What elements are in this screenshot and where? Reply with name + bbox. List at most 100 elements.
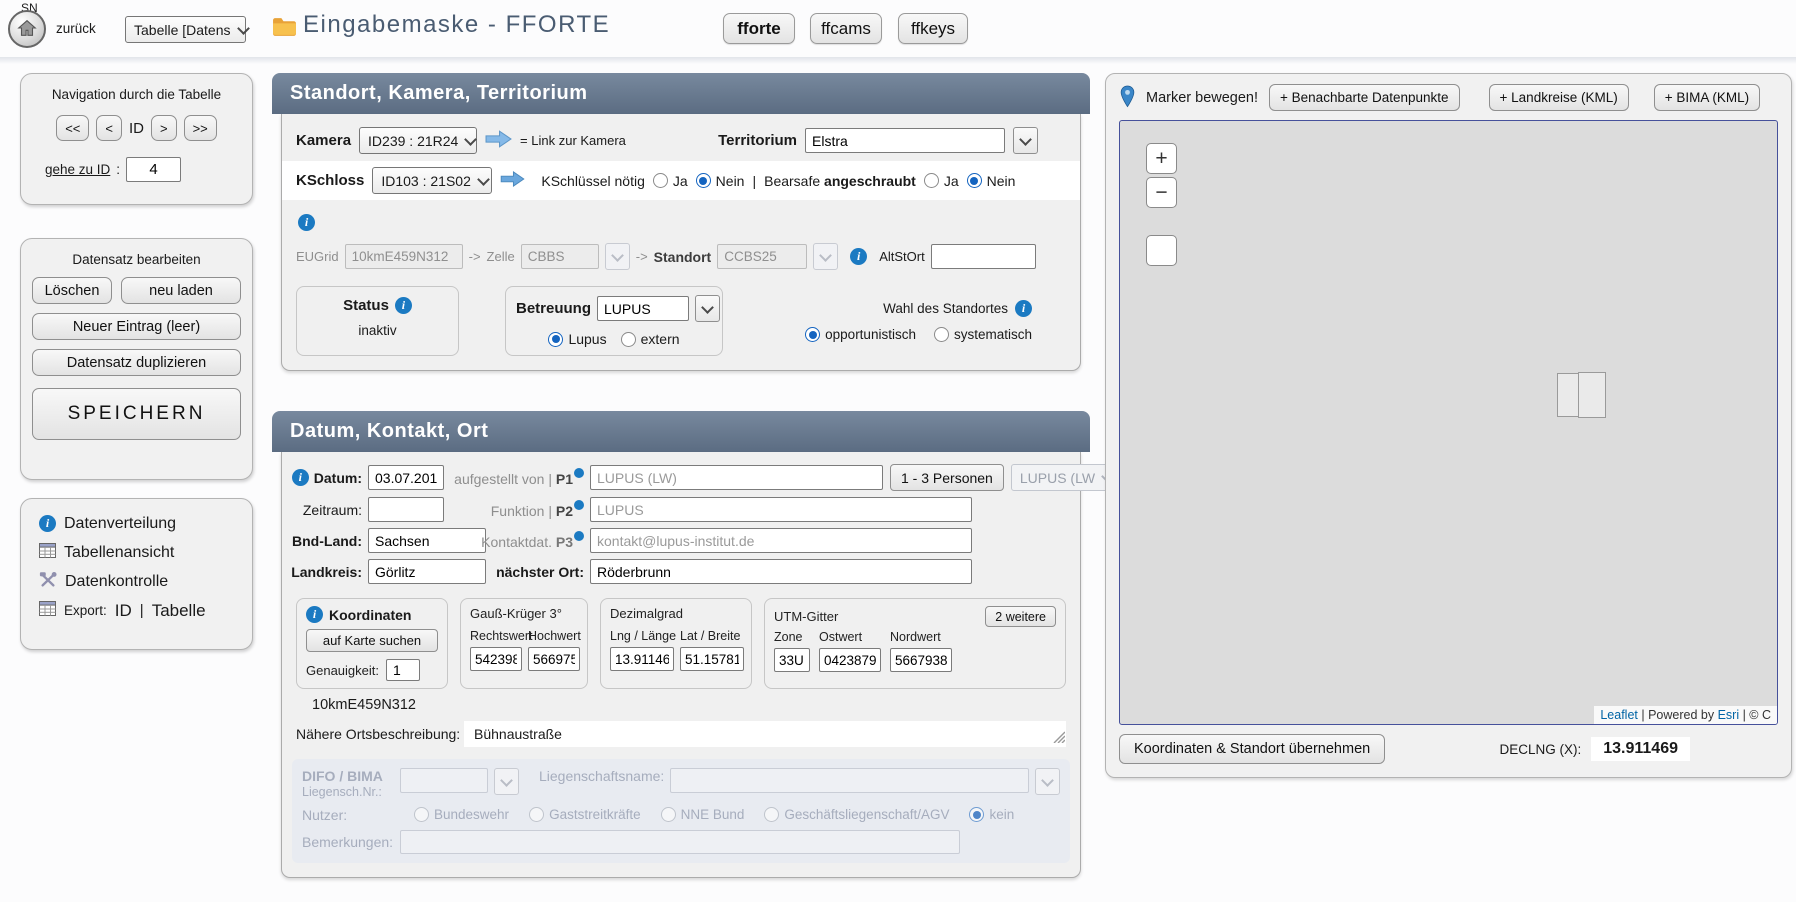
- key-nein-radio[interactable]: Nein: [696, 173, 745, 189]
- personen-button[interactable]: 1 - 3 Personen: [890, 464, 1004, 491]
- apply-coordinates-button[interactable]: Koordinaten & Standort übernehmen: [1119, 734, 1385, 764]
- info-icon[interactable]: i: [1015, 300, 1032, 317]
- ostwert-input[interactable]: [819, 648, 881, 672]
- datum-label-cell: i Datum:: [292, 469, 362, 486]
- betreuung-lupus-radio[interactable]: Lupus: [548, 331, 606, 347]
- link-label: Datenverteilung: [64, 515, 176, 533]
- ffcams-button[interactable]: ffcams: [810, 13, 882, 44]
- karte-suchen-button[interactable]: auf Karte suchen: [306, 629, 438, 652]
- last-record-button[interactable]: >>: [184, 115, 217, 141]
- info-icon[interactable]: i: [306, 606, 323, 623]
- landkreise-button[interactable]: + Landkreise (KML): [1489, 84, 1629, 111]
- reload-button[interactable]: neu laden: [121, 277, 241, 304]
- first-record-button[interactable]: <<: [56, 115, 89, 141]
- key-needed-label: KSchlüssel nötig: [541, 173, 645, 189]
- landkreis-input[interactable]: [368, 559, 486, 584]
- standort-dropdown-button: [813, 243, 838, 270]
- datum-input[interactable]: [368, 465, 444, 490]
- territorium-dropdown-button[interactable]: [1013, 127, 1038, 154]
- kschloss-select-value: ID103 : 21S02: [381, 173, 471, 189]
- link-datenverteilung[interactable]: i Datenverteilung: [21, 509, 252, 538]
- chevron-down-icon: [819, 249, 832, 262]
- attribution-text: | © C: [1739, 708, 1771, 722]
- betreuung-label: Betreuung: [516, 300, 591, 317]
- opportunistisch-radio[interactable]: opportunistisch: [805, 327, 916, 342]
- hochwert-input[interactable]: [528, 647, 580, 671]
- betreuung-extern-radio[interactable]: extern: [621, 331, 680, 347]
- link-label: Tabellenansicht: [64, 544, 174, 562]
- delete-button[interactable]: Löschen: [32, 277, 112, 304]
- standort-label: Standort: [654, 249, 712, 265]
- zoom-out-button[interactable]: −: [1146, 177, 1177, 208]
- bndland-input[interactable]: [368, 528, 486, 553]
- info-icon: i: [39, 515, 56, 532]
- table-icon: [39, 543, 56, 563]
- zone-input[interactable]: [774, 648, 810, 672]
- goto-id-link[interactable]: gehe zu ID: [45, 162, 110, 177]
- back-link[interactable]: zurück: [56, 21, 96, 36]
- ort-input[interactable]: [590, 559, 972, 584]
- export-id-link[interactable]: ID: [115, 601, 132, 621]
- resize-handle-icon[interactable]: [1052, 730, 1065, 746]
- genauigkeit-input[interactable]: [386, 659, 420, 681]
- arrow-text: ->: [469, 249, 481, 264]
- prev-record-button[interactable]: <: [96, 115, 122, 141]
- arrow-text: ->: [636, 249, 648, 264]
- altstort-input[interactable]: [931, 244, 1036, 269]
- table-select[interactable]: Tabelle [Datens: [125, 16, 246, 43]
- info-icon[interactable]: i: [850, 248, 867, 265]
- home-button[interactable]: [8, 10, 46, 48]
- ffkeys-button[interactable]: ffkeys: [898, 13, 968, 44]
- ortsbeschreibung-textarea[interactable]: Bühnaustraße: [464, 721, 1066, 747]
- difo-input: [400, 768, 488, 793]
- next-record-button[interactable]: >: [151, 115, 177, 141]
- p2-label: Funktion | P2: [491, 500, 584, 519]
- info-icon[interactable]: i: [292, 469, 309, 486]
- wahl-group: Wahl des Standortes i opportunistisch sy…: [805, 286, 1032, 356]
- lat-input[interactable]: [680, 647, 744, 671]
- export-table-link[interactable]: Tabelle: [152, 601, 206, 621]
- save-button[interactable]: SPEICHERN: [32, 388, 241, 440]
- key-ja-radio[interactable]: Ja: [653, 173, 688, 189]
- lng-input[interactable]: [610, 647, 674, 671]
- map-canvas[interactable]: + − Leaflet | Powered by Esri | © C: [1119, 120, 1778, 725]
- new-entry-button[interactable]: Neuer Eintrag (leer): [32, 313, 241, 340]
- goto-id-input[interactable]: [126, 157, 181, 182]
- territorium-input[interactable]: [805, 128, 1005, 153]
- link-tabellenansicht[interactable]: Tabellenansicht: [21, 538, 252, 567]
- radio-icon: [924, 173, 939, 188]
- altstort-label: AltStOrt: [879, 249, 925, 264]
- p3-input[interactable]: [590, 528, 972, 553]
- kamera-select[interactable]: ID239 : 21R24: [359, 127, 477, 154]
- camera-link-arrow-icon[interactable]: [485, 130, 512, 151]
- betreuung-input[interactable]: [597, 296, 689, 321]
- kschloss-link-arrow-icon[interactable]: [500, 171, 525, 190]
- territorium-label: Territorium: [718, 132, 797, 149]
- link-datenkontrolle[interactable]: Datenkontrolle: [21, 567, 252, 596]
- betreuung-dropdown-button[interactable]: [695, 295, 720, 322]
- zoom-in-button[interactable]: +: [1146, 143, 1177, 174]
- chevron-down-icon: [237, 22, 250, 35]
- zelle-dropdown-button: [605, 243, 630, 270]
- bearsafe-label: Bearsafe angeschraubt: [764, 173, 916, 189]
- fforte-button[interactable]: fforte: [723, 13, 795, 44]
- systematisch-radio[interactable]: systematisch: [934, 327, 1032, 342]
- info-icon[interactable]: i: [395, 297, 412, 314]
- duplicate-button[interactable]: Datensatz duplizieren: [32, 349, 241, 376]
- p2-input[interactable]: [590, 497, 972, 522]
- bearsafe-ja-radio[interactable]: Ja: [924, 173, 959, 189]
- datenpunkte-button[interactable]: + Benachbarte Datenpunkte: [1269, 84, 1460, 111]
- zeitraum-input[interactable]: [368, 497, 444, 522]
- leaflet-link[interactable]: Leaflet: [1600, 708, 1638, 722]
- kschloss-select[interactable]: ID103 : 21S02: [372, 167, 492, 194]
- nordwert-input[interactable]: [890, 648, 952, 672]
- extra-map-button[interactable]: [1146, 235, 1177, 266]
- p1-input[interactable]: [590, 465, 883, 490]
- esri-link[interactable]: Esri: [1718, 708, 1740, 722]
- standort-panel-title: Standort, Kamera, Territorium: [272, 73, 1090, 114]
- bima-button[interactable]: + BIMA (KML): [1654, 84, 1760, 111]
- info-icon[interactable]: i: [298, 214, 315, 231]
- rechtswert-input[interactable]: [470, 647, 522, 671]
- weitere-button[interactable]: 2 weitere: [985, 606, 1056, 627]
- bearsafe-nein-radio[interactable]: Nein: [967, 173, 1016, 189]
